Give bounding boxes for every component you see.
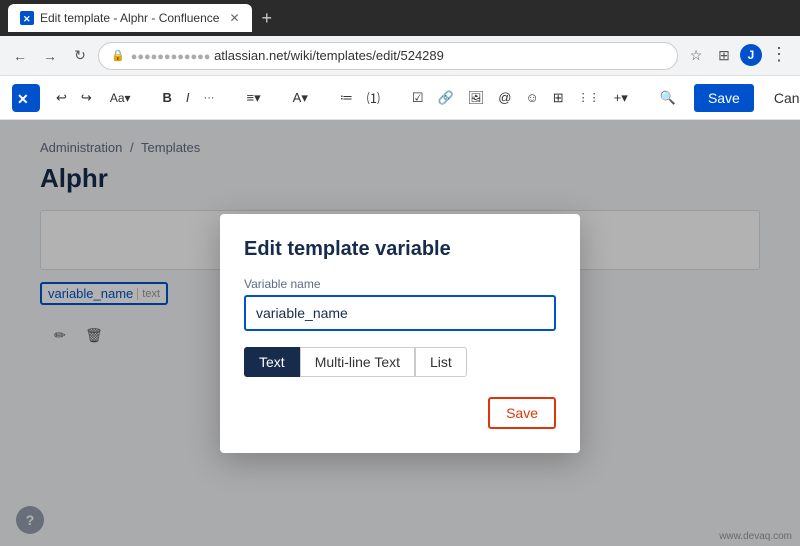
list-group: ≔ ⑴: [334, 84, 386, 112]
redo-button[interactable]: ↪: [75, 84, 98, 112]
lock-icon: 🔒: [111, 49, 125, 62]
table-button[interactable]: ⊞: [547, 84, 570, 112]
app-toolbar: ✕ ↩ ↪ Aa▾ B I ··· ≡▾ A▾ ≔ ⑴ ☑ 🔗 🖼 @ ☺ ⊞ …: [0, 76, 800, 120]
bold-button[interactable]: B: [157, 84, 178, 112]
type-list-button[interactable]: List: [415, 347, 467, 377]
type-text-button[interactable]: Text: [244, 347, 300, 377]
more-format-button[interactable]: ···: [198, 84, 221, 112]
browser-chrome: ✕ Edit template - Alphr - Confluence ✕ +: [0, 0, 800, 36]
tab-title: Edit template - Alphr - Confluence: [40, 11, 219, 25]
bookmark-icon[interactable]: ☆: [684, 44, 708, 68]
save-toolbar-button[interactable]: Save: [694, 84, 754, 112]
tab-bar: ✕ Edit template - Alphr - Confluence ✕ +: [8, 4, 278, 32]
modal-footer: Save: [244, 397, 556, 429]
address-actions: ☆ ⊞ J ⋮: [684, 44, 792, 68]
url-redacted: ●●●●●●●●●●●●: [131, 51, 211, 63]
emoji-button[interactable]: ☺: [519, 84, 544, 112]
refresh-button[interactable]: ↻: [68, 44, 92, 68]
tab-close-btn[interactable]: ✕: [229, 11, 239, 25]
numbered-list-button[interactable]: ⑴: [361, 84, 386, 112]
font-button[interactable]: Aa▾: [104, 84, 137, 112]
app-logo: ✕: [12, 84, 40, 112]
url-text: ●●●●●●●●●●●● atlassian.net/wiki/template…: [131, 48, 665, 63]
new-tab-button[interactable]: +: [256, 8, 279, 29]
address-bar[interactable]: 🔒 ●●●●●●●●●●●● atlassian.net/wiki/templa…: [98, 42, 678, 70]
search-button[interactable]: 🔍: [654, 84, 682, 112]
extension-icon[interactable]: ⊞: [712, 44, 736, 68]
svg-text:✕: ✕: [23, 14, 31, 23]
insert-more-button[interactable]: +▾: [608, 84, 634, 112]
variable-name-label: Variable name: [244, 277, 556, 291]
italic-button[interactable]: I: [180, 84, 196, 112]
columns-button[interactable]: ⋮⋮: [572, 84, 606, 112]
cancel-toolbar-button[interactable]: Cancel: [760, 84, 800, 112]
link-button[interactable]: 🔗: [432, 84, 460, 112]
modal-save-button[interactable]: Save: [488, 397, 556, 429]
edit-template-variable-modal: Edit template variable Variable name Tex…: [220, 214, 580, 453]
insert-group: ☑ 🔗 🖼 @ ☺ ⊞ ⋮⋮ +▾: [406, 84, 634, 112]
undo-button[interactable]: ↩: [50, 84, 73, 112]
text-format-group: B I ···: [157, 84, 221, 112]
address-bar-row: ← → ↻ 🔒 ●●●●●●●●●●●● atlassian.net/wiki/…: [0, 36, 800, 76]
svg-text:✕: ✕: [17, 91, 29, 107]
variable-name-input[interactable]: [244, 295, 556, 331]
undo-redo-group: ↩ ↪: [50, 84, 98, 112]
bullet-list-button[interactable]: ≔: [334, 84, 359, 112]
at-mention-button[interactable]: @: [492, 84, 517, 112]
modal-overlay: Edit template variable Variable name Tex…: [0, 120, 800, 546]
profile-icon[interactable]: J: [740, 44, 762, 66]
browser-menu-button[interactable]: ⋮: [766, 44, 792, 68]
back-button[interactable]: ←: [8, 44, 32, 68]
image-button[interactable]: 🖼: [462, 84, 491, 112]
page-content: Administration / Templates Alphr variabl…: [0, 120, 800, 546]
modal-title: Edit template variable: [244, 238, 556, 261]
tab-favicon: ✕: [20, 11, 34, 25]
forward-button[interactable]: →: [38, 44, 62, 68]
active-tab[interactable]: ✕ Edit template - Alphr - Confluence ✕: [8, 4, 252, 32]
type-multiline-button[interactable]: Multi-line Text: [300, 347, 415, 377]
type-buttons-group: Text Multi-line Text List: [244, 347, 556, 377]
checklist-button[interactable]: ☑: [406, 84, 430, 112]
text-color-button[interactable]: A▾: [287, 84, 314, 112]
url-display: atlassian.net/wiki/templates/edit/524289: [214, 48, 444, 63]
align-button[interactable]: ≡▾: [241, 84, 267, 112]
